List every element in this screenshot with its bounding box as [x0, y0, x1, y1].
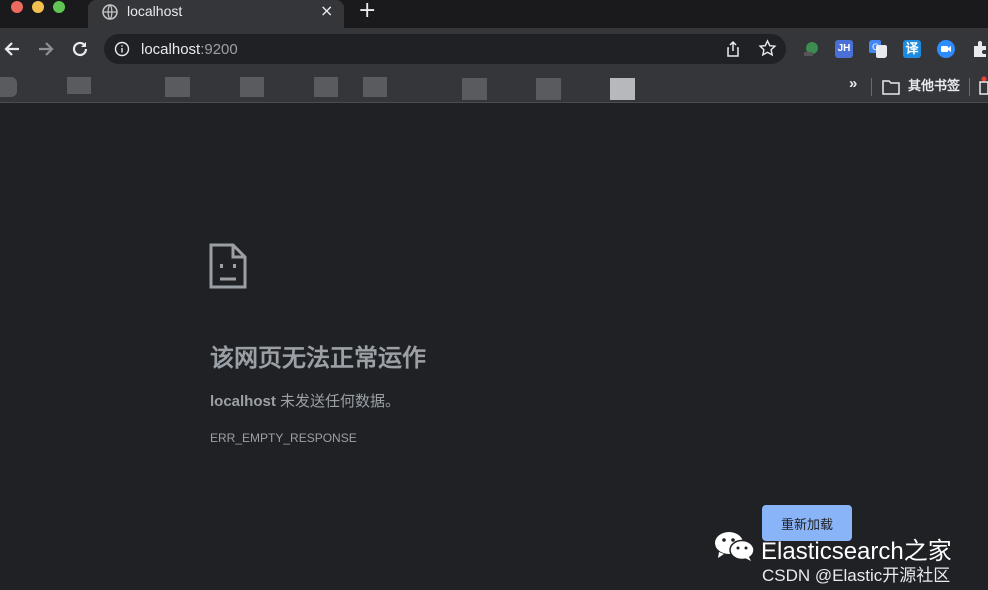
bookmark-item[interactable] [363, 77, 387, 97]
error-description: localhost 未发送任何数据。 [210, 390, 400, 411]
minimize-window-button[interactable] [32, 1, 44, 13]
folder-icon [882, 80, 900, 95]
tab-strip: localhost × + [0, 0, 988, 28]
bookmarks-separator [871, 78, 872, 96]
puzzle-extensions-icon[interactable] [971, 40, 988, 58]
reading-list-icon[interactable] [978, 76, 988, 96]
other-bookmarks-folder[interactable]: 其他书签 [908, 75, 960, 94]
globe-icon [102, 4, 118, 20]
url-host: localhost [141, 41, 201, 58]
watermark: Elasticsearch之家 CSDN @Elastic开源社区 [713, 528, 983, 588]
google-translate-icon[interactable]: G [869, 40, 887, 58]
bookmarks-bar: » 其他书签 [0, 72, 988, 103]
url-text: localhost:9200 [141, 41, 238, 58]
bookmark-item[interactable] [314, 77, 338, 97]
bookmark-item[interactable] [165, 77, 190, 97]
new-tab-button[interactable]: + [358, 0, 376, 22]
translate-extension-icon[interactable]: 译 [903, 40, 921, 58]
maximize-window-button[interactable] [53, 1, 65, 13]
url-port: :9200 [200, 41, 238, 58]
bookmarks-overflow-button[interactable]: » [849, 75, 857, 92]
svg-text:G: G [872, 43, 879, 53]
bookmark-item[interactable] [536, 78, 561, 100]
extension-green-icon[interactable] [802, 40, 820, 58]
bookmark-star-icon[interactable] [758, 39, 777, 58]
error-host: localhost [210, 393, 276, 410]
bookmark-item[interactable] [610, 78, 635, 100]
info-icon[interactable] [114, 41, 130, 57]
watermark-subtitle: CSDN @Elastic开源社区 [762, 566, 951, 585]
extension-jh-icon[interactable]: JH [835, 40, 853, 58]
error-code: ERR_EMPTY_RESPONSE [210, 431, 357, 445]
wechat-logo-icon [715, 532, 755, 561]
sad-page-icon [209, 243, 247, 289]
error-title: 该网页无法正常运作 [210, 345, 426, 372]
toolbar: localhost:9200 JH G 译 [0, 28, 988, 72]
tab-close-icon[interactable]: × [320, 3, 333, 19]
address-bar[interactable]: localhost:9200 [104, 34, 786, 64]
back-arrow-icon[interactable] [1, 38, 23, 60]
bookmark-item[interactable] [462, 78, 487, 100]
close-window-button[interactable] [11, 1, 23, 13]
zoom-video-icon[interactable] [937, 40, 955, 58]
bookmark-item[interactable] [0, 77, 17, 97]
error-description-text: 未发送任何数据。 [275, 393, 401, 410]
bookmark-item[interactable] [67, 77, 91, 94]
reload-icon[interactable] [69, 38, 91, 60]
tab-title: localhost [127, 3, 183, 19]
forward-arrow-icon[interactable] [35, 38, 57, 60]
bookmarks-separator [969, 78, 970, 96]
bookmark-item[interactable] [240, 77, 264, 97]
share-icon[interactable] [724, 40, 742, 58]
error-page: 该网页无法正常运作 localhost 未发送任何数据。 ERR_EMPTY_R… [0, 103, 988, 590]
active-tab[interactable]: localhost × [88, 0, 344, 28]
